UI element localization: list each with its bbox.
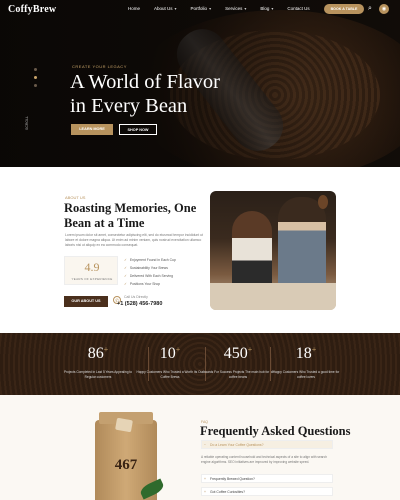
- experience-number: 4.9: [84, 260, 100, 274]
- call-label: Call Us Directly: [124, 295, 148, 299]
- stat-number: 18: [295, 345, 312, 362]
- nav-menu: Home About Us ▾ Portfolio ▾ Services ▾ Blog…: [128, 6, 324, 11]
- learn-more-button[interactable]: LEARN MORE: [71, 124, 113, 135]
- check-icon: ✓: [124, 266, 127, 270]
- faq-answer: A reliable operating content household a…: [201, 455, 327, 464]
- check-icon: ✓: [124, 282, 127, 286]
- chevron-down-icon: ▾: [209, 6, 212, 11]
- minus-icon: −: [204, 443, 206, 447]
- plus-icon: +: [311, 345, 317, 354]
- list-item: ✓ Enjoyment Found in Each Cup: [124, 258, 176, 262]
- chevron-down-icon: ▾: [244, 6, 247, 11]
- list-item: ✓ Positions Your Shop: [124, 282, 161, 286]
- phone-number[interactable]: +1 (528) 456-7980: [117, 301, 162, 307]
- stat-number: 86: [87, 345, 104, 362]
- nav-item-blog[interactable]: Blog ▾: [260, 6, 273, 11]
- baristas-photo: [210, 191, 336, 310]
- feature-checklist: ✓ Enjoyment Found in Each Cup ✓ Sustainabi…: [124, 256, 176, 288]
- nav-item-about[interactable]: About Us ▾: [154, 6, 177, 11]
- cart-icon[interactable]: ◉: [379, 4, 389, 14]
- check-icon: ✓: [124, 258, 127, 262]
- plus-icon: +: [175, 345, 181, 354]
- experience-badge: 4.9 YEARS OF EXPERIENCE: [64, 256, 118, 285]
- list-item: ✓ Sustainability Your Brews: [124, 266, 168, 270]
- scroll-indicator: SCROLL: [25, 115, 29, 130]
- plus-icon: +: [204, 477, 206, 481]
- check-icon: ✓: [124, 274, 127, 278]
- bag-label: 467: [114, 457, 138, 473]
- search-icon[interactable]: ⌕: [368, 5, 376, 13]
- nav-item-services[interactable]: Services ▾: [225, 6, 246, 11]
- top-navigation: CoffyBrew Home About Us ▾ Portfolio ▾ Serv…: [0, 0, 400, 20]
- faq-item[interactable]: + Frequently Brewed Question?: [201, 474, 333, 483]
- hero-section: CoffyBrew Home About Us ▾ Portfolio ▾ Serv…: [0, 0, 400, 167]
- faq-title: Frequently Asked Questions: [200, 424, 351, 438]
- book-table-button[interactable]: BOOK A TABLE: [324, 4, 364, 14]
- experience-label: YEARS OF EXPERIENCE: [71, 277, 113, 281]
- nav-item-portfolio[interactable]: Portfolio ▾: [191, 6, 212, 11]
- brand-logo[interactable]: CoffyBrew: [8, 4, 56, 15]
- faq-item-open[interactable]: − Do a Learn Your Coffee Questions?: [201, 440, 333, 449]
- hero-eyebrow: CREATE YOUR LEGACY: [72, 64, 127, 69]
- faq-item[interactable]: + Got Coffee Curiosities?: [201, 487, 333, 496]
- chevron-down-icon: ▾: [174, 6, 177, 11]
- about-paragraph: Lorem ipsum dolor sit amet, consectetur …: [65, 233, 203, 247]
- stat-number: 10: [159, 345, 176, 362]
- list-item: ✓ Delivered With Each Serving: [124, 274, 173, 278]
- hero-title: A World of Flavor in Every Bean: [70, 71, 221, 117]
- slider-dot[interactable]: [34, 68, 37, 71]
- chevron-down-icon: ▾: [271, 6, 274, 11]
- bag-tag: [115, 417, 133, 433]
- stat-item: 18+ Happy Customers Who Trusted a good t…: [258, 333, 354, 395]
- slider-pagination: [34, 68, 38, 92]
- about-title: Roasting Memories, One Bean at a Time: [64, 201, 197, 230]
- faq-section: 467: [0, 395, 400, 500]
- plus-icon: +: [103, 345, 109, 354]
- stats-section: 86+ Projects Completed in Last 5 Years A…: [0, 333, 400, 395]
- nav-item-home[interactable]: Home: [128, 6, 140, 11]
- shop-now-button[interactable]: SHOP NOW: [119, 124, 157, 135]
- about-us-button[interactable]: OUR ABOUT US: [64, 296, 108, 307]
- slider-dot-active[interactable]: [34, 76, 37, 79]
- plus-icon: +: [204, 490, 206, 494]
- coffee-bean-icon: [318, 195, 328, 209]
- nav-item-contact[interactable]: Contact Us: [287, 6, 309, 11]
- stat-number: 450: [223, 345, 248, 362]
- stat-label: Happy Customers Who Trusted a good time …: [272, 370, 340, 379]
- slider-dot[interactable]: [34, 84, 37, 87]
- plus-icon: +: [247, 345, 253, 354]
- about-eyebrow: ABOUT US: [65, 195, 86, 200]
